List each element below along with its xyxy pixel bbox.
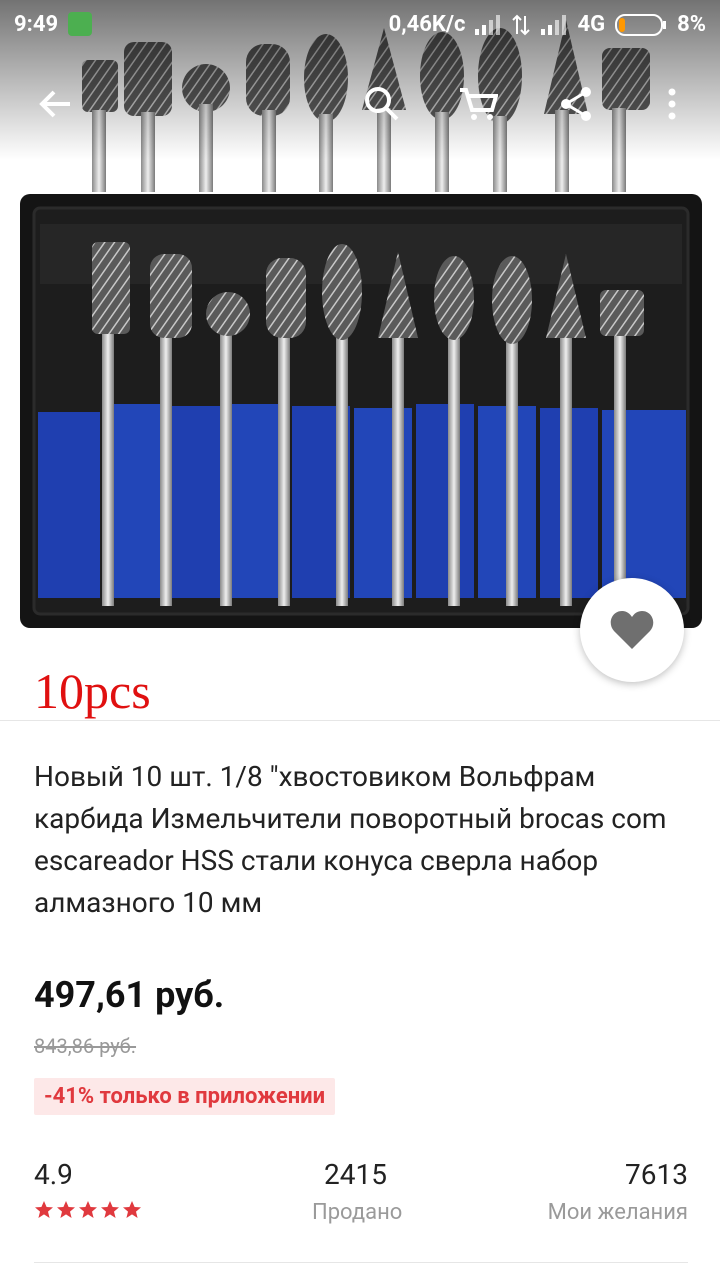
product-title: Новый 10 шт. 1/8 "хвостовиком Вольфрам к… [34,760,667,919]
battery-percent: 8% [677,12,706,37]
more-options-button[interactable] [646,78,698,130]
data-transfer-icon [512,14,531,35]
image-caption: 10pcs [34,663,151,719]
foam-blocks [38,404,686,598]
rating-value: 4.9 [34,1158,73,1191]
star-icon [123,1201,141,1218]
wish-label: Мои желания [547,1200,688,1225]
status-time: 9:49 [14,12,59,37]
share-icon [561,87,591,121]
wish-count: 7613 [625,1158,688,1191]
battery-icon [615,13,667,36]
app-notification-icon [68,12,92,36]
more-vert-icon [668,88,676,120]
star-icon [35,1201,53,1218]
status-bar: 9:49 0,46K/c 4G 8% [0,0,720,52]
image-divider [0,720,720,721]
star-icon [101,1201,119,1218]
signal-icon-2 [541,14,567,35]
cart-icon [460,88,498,120]
star-icon [57,1201,75,1218]
share-button[interactable] [550,78,602,130]
signal-icon [475,14,501,35]
star-icon [79,1201,97,1218]
network-speed: 0,46K/c [388,12,466,37]
search-button[interactable] [356,78,408,130]
search-icon [365,87,399,121]
product-price: 497,61 руб. [34,974,225,1016]
network-type: 4G [577,12,606,37]
wishlist-button[interactable] [580,578,684,682]
sold-count: 2415 [324,1158,387,1191]
original-price: 843,86 руб. [34,1034,137,1058]
heart-icon [610,611,654,649]
cart-button[interactable] [452,78,504,130]
rating-stars [34,1200,142,1220]
back-button[interactable] [30,78,82,130]
back-arrow-icon [39,90,70,118]
sold-label: Продано [312,1200,403,1225]
discount-badge: -41% только в приложении [34,1078,336,1115]
stats-divider [34,1262,688,1263]
